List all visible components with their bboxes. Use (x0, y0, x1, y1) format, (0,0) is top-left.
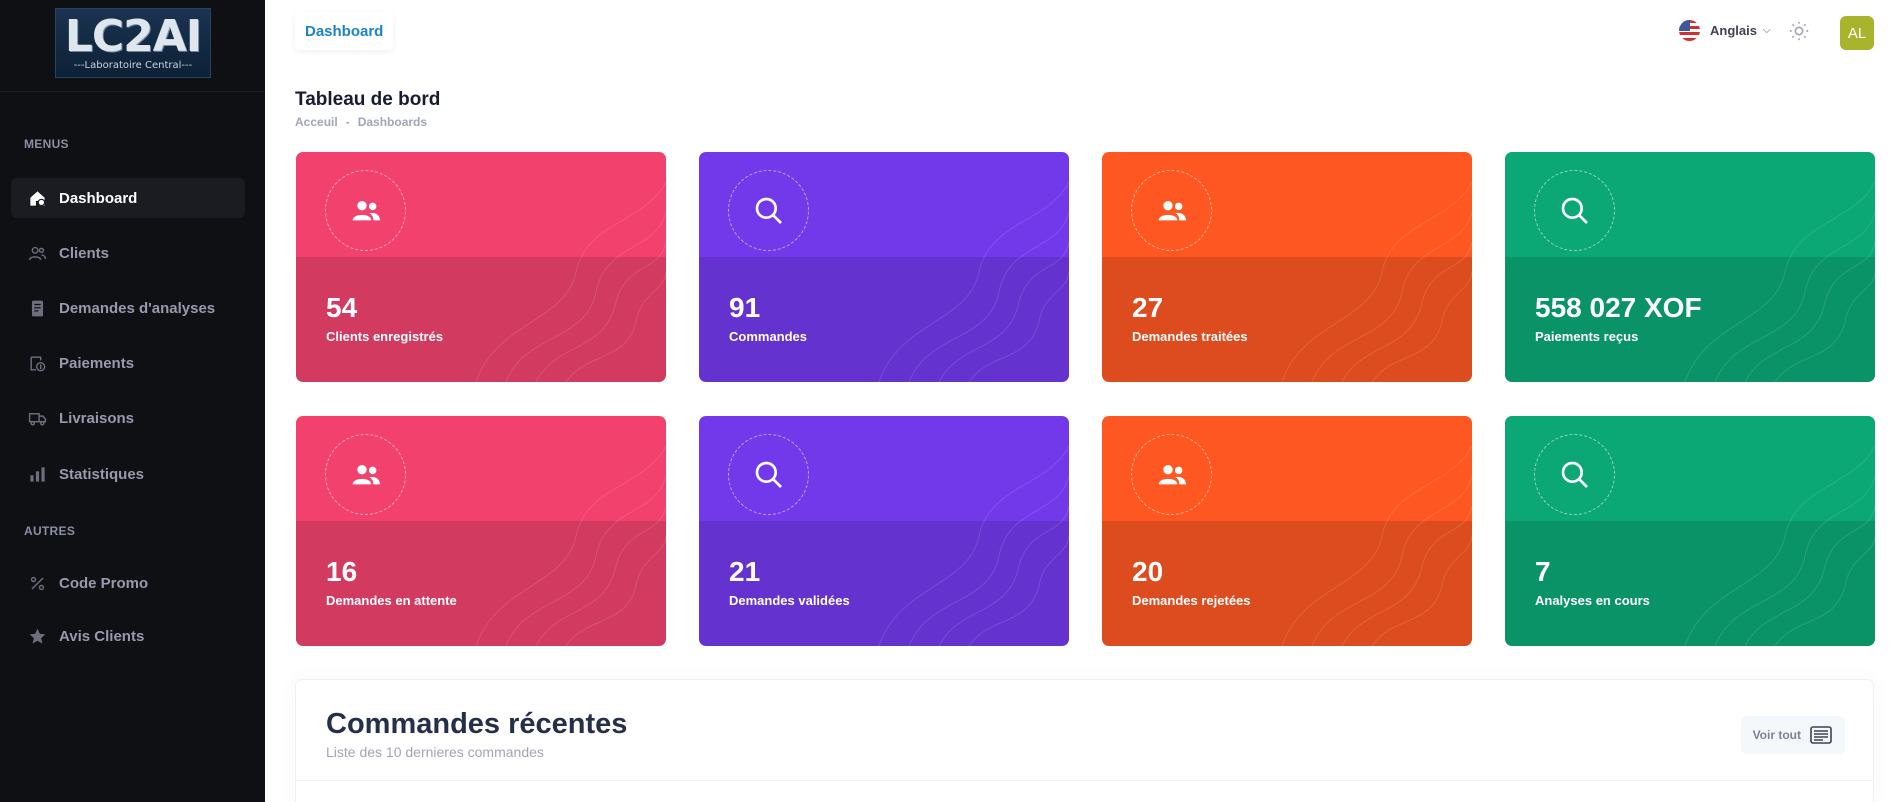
sidebar-item-avis-clients[interactable]: Avis Clients (11, 616, 245, 656)
sidebar-item-label: Avis Clients (59, 627, 145, 645)
divider (296, 780, 1873, 781)
sidebar-item-label: Clients (59, 244, 110, 262)
sidebar-item-label: Paiements (59, 354, 135, 372)
stat-card-demandes-traitees[interactable]: 27 Demandes traitées (1102, 152, 1472, 382)
users-icon (27, 243, 47, 263)
breadcrumb: Acceuil - Dashboards (295, 115, 427, 129)
logo-text: LC2AI (64, 11, 202, 62)
users-icon (325, 434, 406, 515)
star-icon (27, 626, 47, 646)
users-icon (325, 170, 406, 251)
recent-orders-panel: Commandes récentes Liste des 10 derniere… (295, 679, 1874, 802)
breadcrumb-separator: - (345, 115, 350, 129)
recent-orders-title: Commandes récentes (326, 708, 628, 740)
list-icon (1810, 726, 1832, 744)
breadcrumb-current: Dashboards (357, 115, 428, 129)
menu-heading-menus: MENUS (24, 137, 69, 151)
stat-card-clients[interactable]: 54 Clients enregistrés (296, 152, 666, 382)
sidebar-item-label: Demandes d'analyses (59, 299, 216, 317)
stat-card-analyses-en-cours[interactable]: 7 Analyses en cours (1505, 416, 1875, 646)
sidebar-item-livraisons[interactable]: Livraisons (11, 398, 245, 438)
stat-card-demandes-rejetees[interactable]: 20 Demandes rejetées (1102, 416, 1472, 646)
search-icon (1534, 170, 1615, 251)
page-title: Tableau de bord (295, 89, 441, 110)
sidebar-item-statistiques[interactable]: Statistiques (11, 454, 245, 494)
sun-icon[interactable] (1788, 20, 1810, 42)
truck-icon (27, 408, 47, 428)
sidebar-item-paiements[interactable]: Paiements (11, 343, 245, 383)
stat-card-demandes-attente[interactable]: 16 Demandes en attente (296, 416, 666, 646)
stat-card-demandes-validees[interactable]: 21 Demandes validées (699, 416, 1069, 646)
sidebar-item-label: Dashboard (59, 189, 138, 207)
topbar: Dashboard Anglais ⌵ AL (265, 0, 1893, 64)
recent-orders-subtitle: Liste des 10 dernieres commandes (326, 744, 544, 760)
payment-icon (27, 353, 47, 373)
topography-pattern (475, 445, 666, 646)
search-icon (1534, 434, 1615, 515)
language-selector[interactable]: Anglais ⌵ (1679, 20, 1771, 41)
sidebar-item-dashboard[interactable]: Dashboard (11, 178, 245, 218)
sidebar-item-label: Code Promo (59, 574, 149, 592)
topography-pattern (1281, 445, 1472, 646)
sidebar-item-demandes[interactable]: Demandes d'analyses (11, 288, 245, 328)
menu-heading-autres: AUTRES (24, 524, 76, 538)
stat-card-commandes[interactable]: 91 Commandes (699, 152, 1069, 382)
brand-logo[interactable]: LC2AI ---Laboratoire Central--- (55, 8, 211, 78)
users-icon (1131, 434, 1212, 515)
sidebar-item-label: Livraisons (59, 409, 135, 427)
topography-pattern (475, 181, 666, 382)
document-icon (27, 298, 47, 318)
search-icon (728, 434, 809, 515)
breadcrumb-home[interactable]: Acceuil (295, 115, 338, 129)
tab-dashboard[interactable]: Dashboard (295, 12, 394, 50)
view-all-label: Voir tout (1752, 728, 1801, 742)
topography-pattern (1684, 445, 1875, 646)
topography-pattern (878, 445, 1069, 646)
home-icon (27, 188, 47, 208)
bar-chart-icon (27, 464, 47, 484)
search-icon (728, 170, 809, 251)
avatar[interactable]: AL (1840, 16, 1874, 50)
sidebar-item-code-promo[interactable]: Code Promo (11, 563, 245, 603)
users-icon (1131, 170, 1212, 251)
logo-subtitle: ---Laboratoire Central--- (73, 60, 193, 71)
language-label: Anglais (1710, 23, 1757, 38)
chevron-down-icon: ⌵ (1762, 25, 1771, 36)
view-all-button[interactable]: Voir tout (1740, 716, 1845, 754)
sidebar-item-label: Statistiques (59, 465, 145, 483)
sidebar: LC2AI ---Laboratoire Central--- MENUS Da… (0, 0, 265, 802)
topography-pattern (1684, 181, 1875, 382)
stat-card-paiements[interactable]: 558 027 XOF Paiements reçus (1505, 152, 1875, 382)
topography-pattern (1281, 181, 1472, 382)
logo-area: LC2AI ---Laboratoire Central--- (0, 0, 265, 92)
us-flag-icon (1679, 20, 1700, 41)
sidebar-item-clients[interactable]: Clients (11, 233, 245, 273)
topography-pattern (878, 181, 1069, 382)
percent-icon (27, 573, 47, 593)
